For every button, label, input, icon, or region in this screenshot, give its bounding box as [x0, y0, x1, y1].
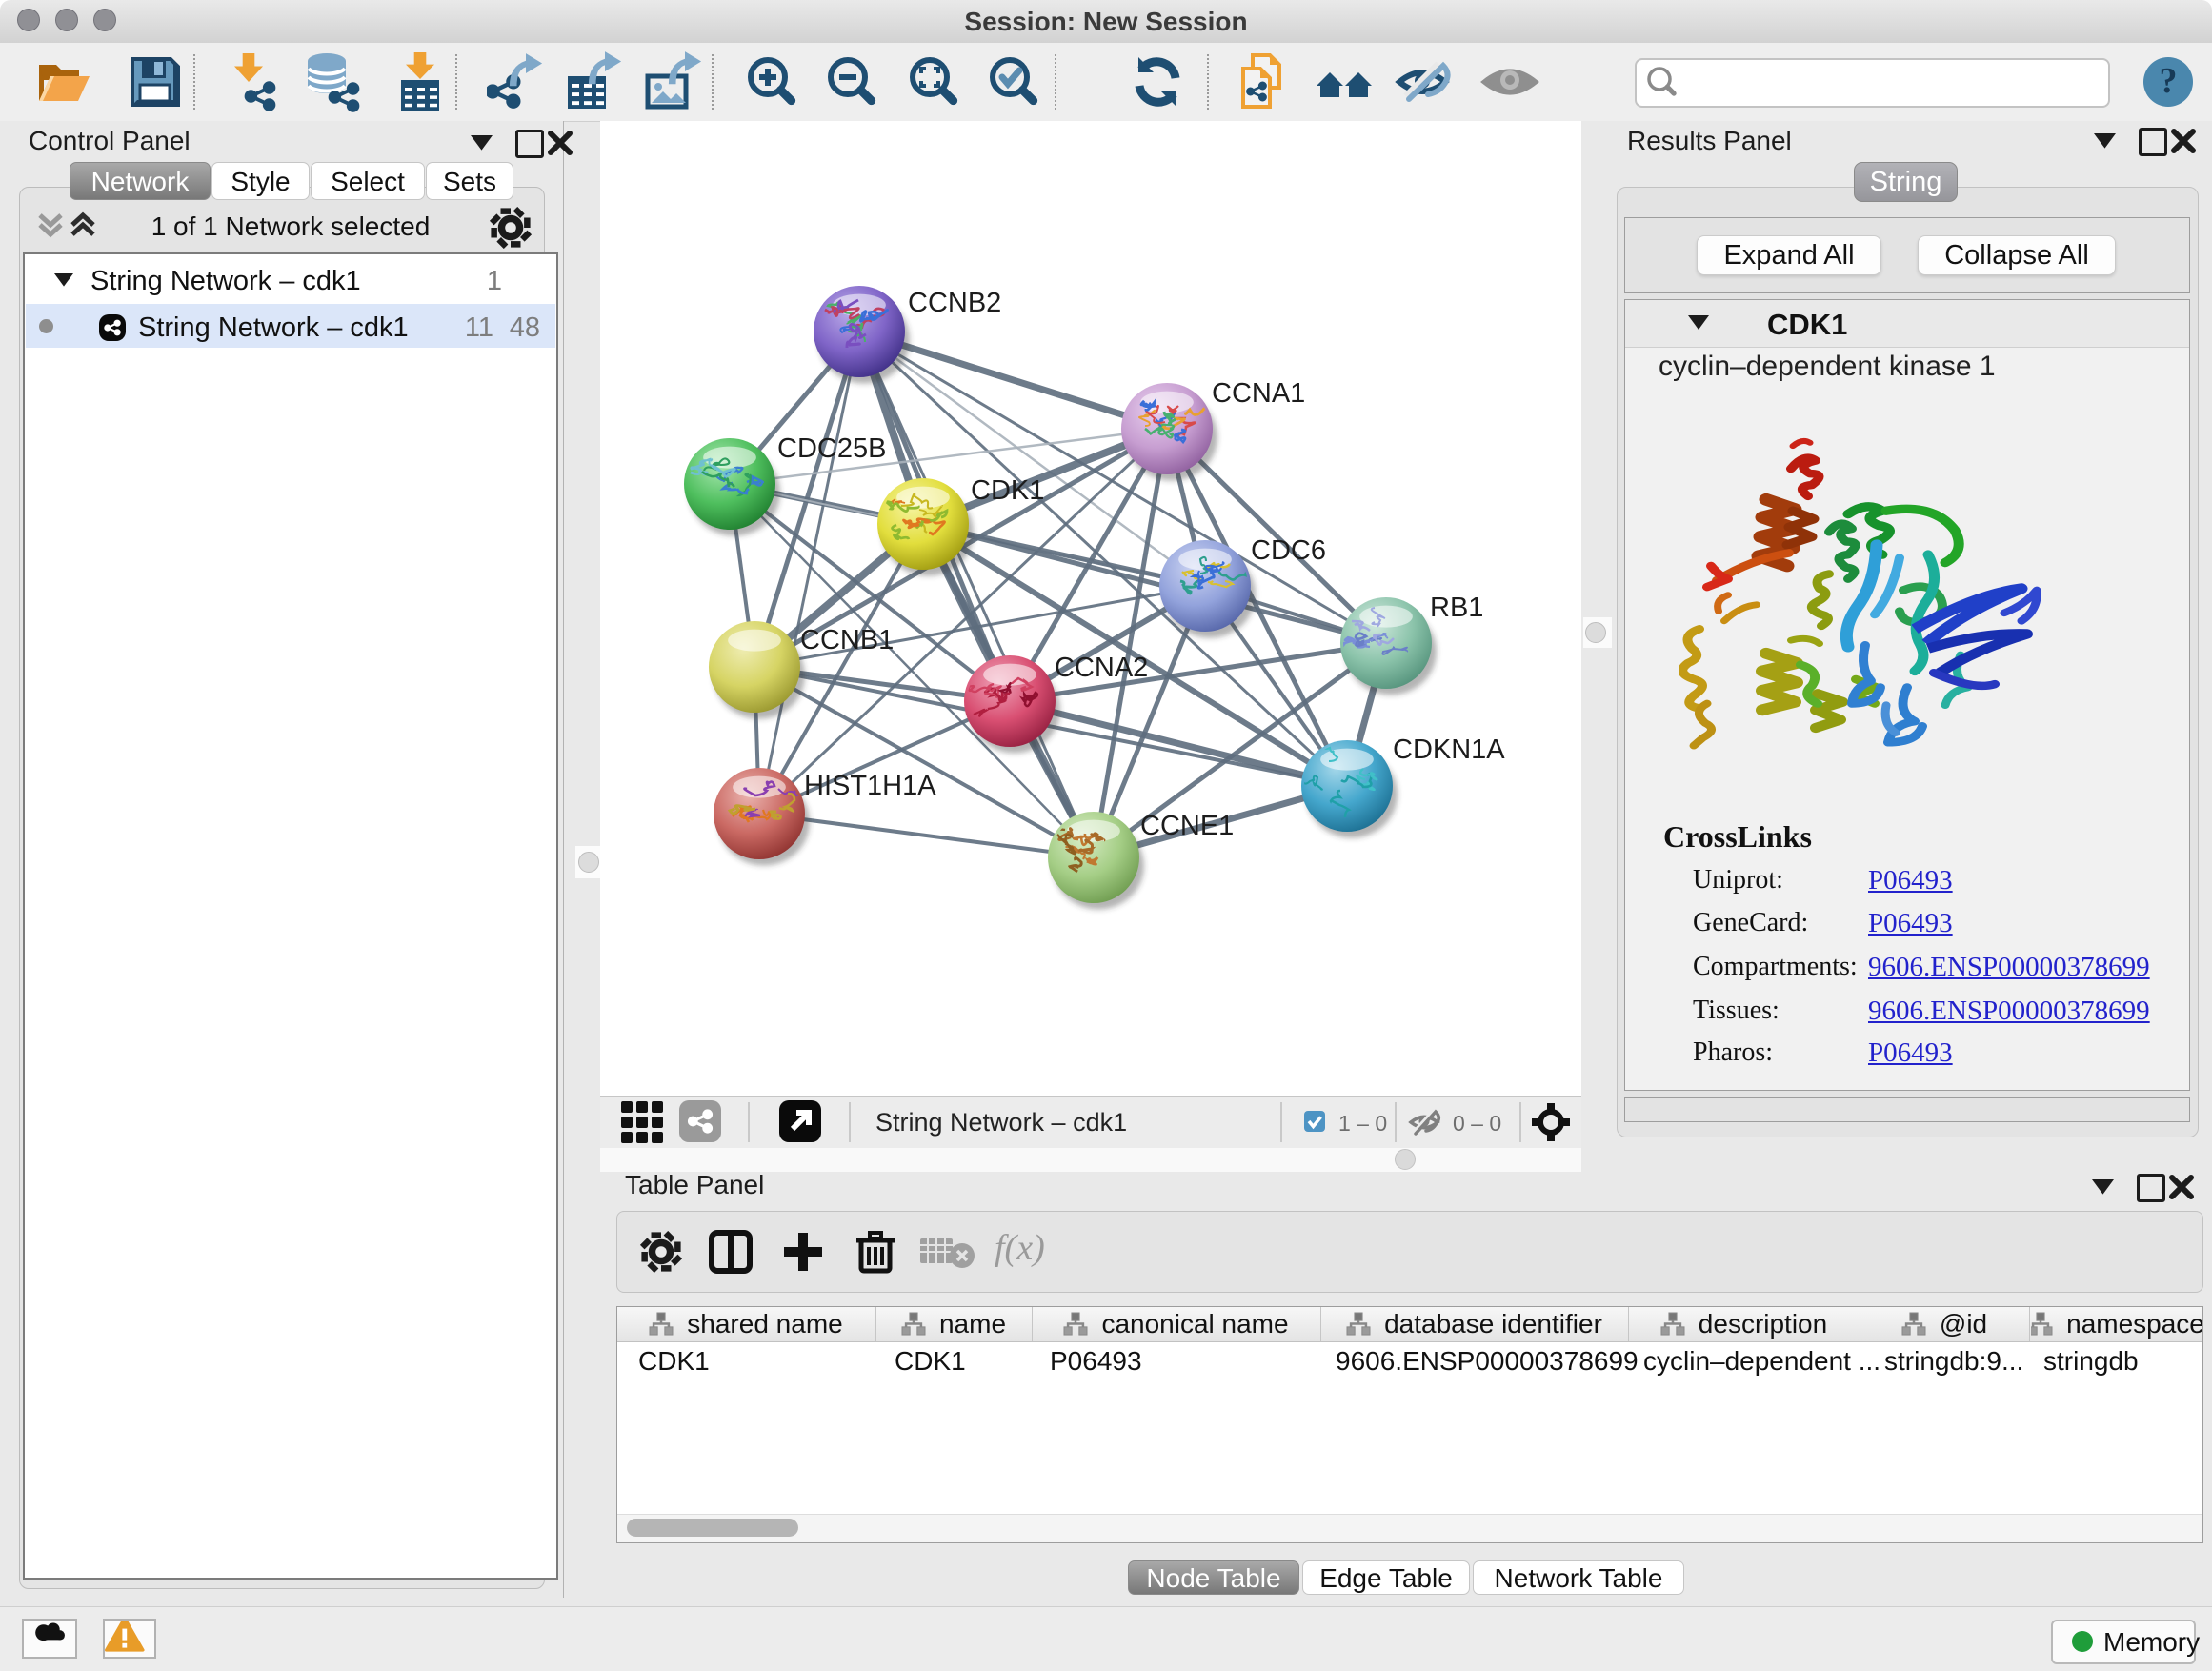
svg-text:?: ? — [2160, 61, 2178, 101]
svg-text:CDKN1A: CDKN1A — [1393, 735, 1505, 765]
svg-text:CDK1: CDK1 — [971, 475, 1044, 506]
svg-text:CCNA2: CCNA2 — [1055, 653, 1148, 683]
svg-text:CCNB2: CCNB2 — [908, 288, 1001, 318]
svg-text:RB1: RB1 — [1430, 593, 1483, 623]
svg-text:CDC6: CDC6 — [1251, 535, 1326, 566]
svg-text:CCNE1: CCNE1 — [1140, 811, 1234, 841]
svg-text:CCNA1: CCNA1 — [1212, 378, 1305, 409]
svg-text:HIST1H1A: HIST1H1A — [804, 771, 936, 801]
svg-text:CCNB1: CCNB1 — [800, 625, 894, 655]
svg-text:CDC25B: CDC25B — [777, 433, 886, 464]
